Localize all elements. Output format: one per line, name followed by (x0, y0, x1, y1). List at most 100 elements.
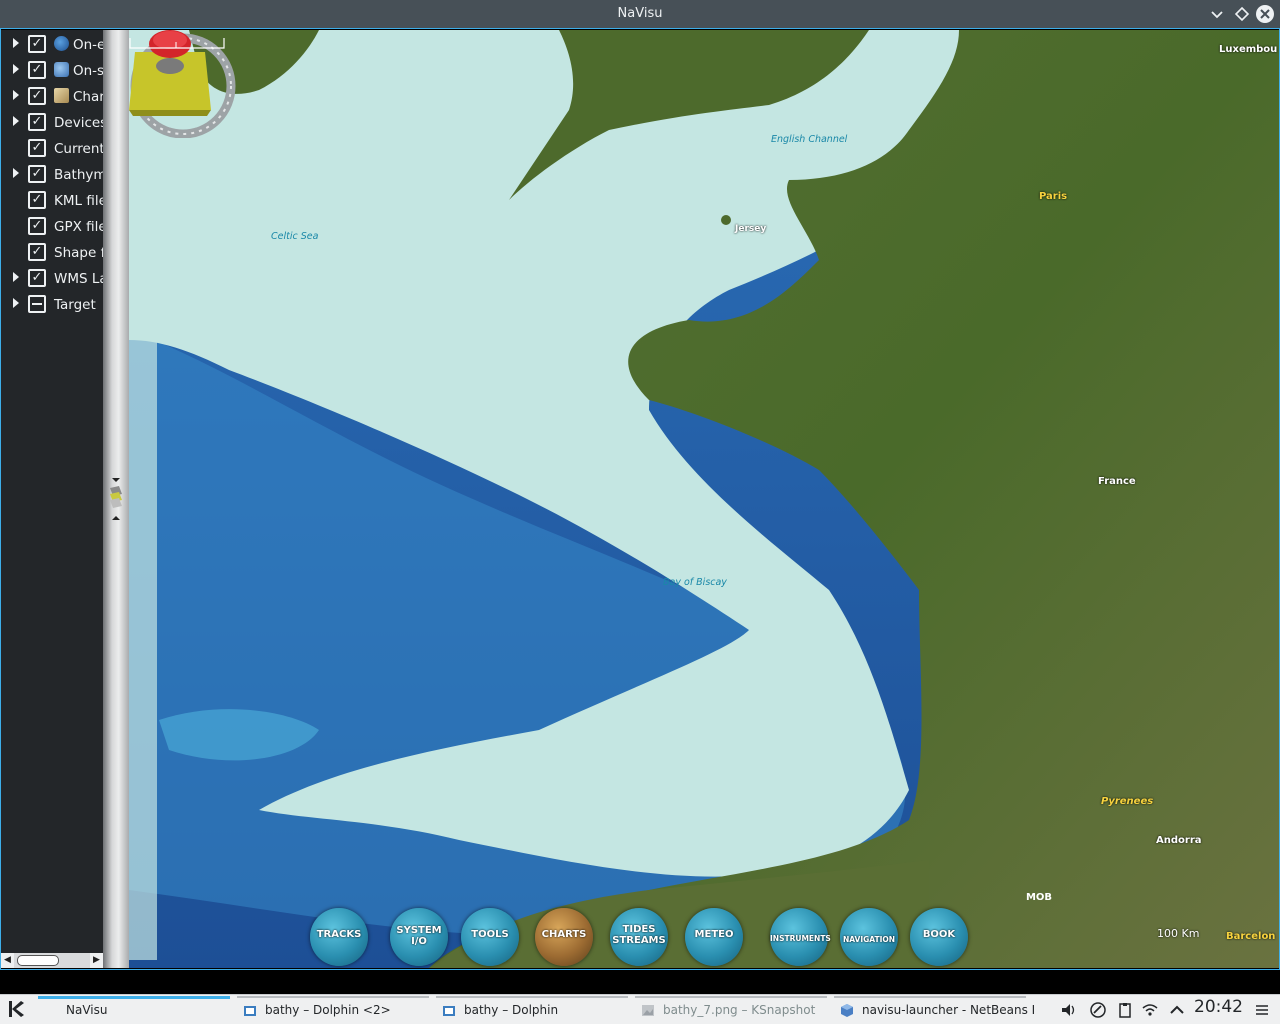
layer-checkbox[interactable]: ✓ (28, 87, 46, 105)
meteo-button[interactable]: METEO (685, 908, 743, 966)
image-icon (642, 1005, 654, 1016)
task-ksnapshot[interactable]: bathy_7.png – KSnapshot (635, 996, 827, 1023)
tools-label: TOOLS (471, 929, 509, 940)
layer-checkbox[interactable]: ✓ (28, 35, 46, 53)
layer-row-gpx[interactable]: ✓ GPX file (1, 214, 103, 238)
book-button[interactable]: BOOK (910, 908, 968, 966)
shelf-edge-west (129, 30, 157, 960)
minimize-button[interactable] (1208, 5, 1226, 23)
expand-arrow-icon[interactable] (13, 64, 19, 74)
expand-arrow-icon[interactable] (13, 90, 19, 100)
layer-row-wms[interactable]: ✓ WMS La (1, 266, 103, 290)
panel-horizontal-scrollbar[interactable]: ◀ ▶ (1, 953, 103, 968)
layer-row-on-earth[interactable]: ✓ On-e (1, 32, 103, 56)
layer-checkbox[interactable]: ✓ (28, 217, 46, 235)
netbeans-cube-icon (841, 1004, 853, 1017)
layer-label: WMS La (54, 271, 103, 287)
expand-arrow-icon[interactable] (13, 168, 19, 178)
layer-checkbox[interactable]: ✓ (28, 269, 46, 287)
restore-button[interactable] (1233, 5, 1251, 23)
map-canvas[interactable] (129, 30, 1279, 968)
meteo-label: METEO (694, 929, 734, 940)
layer-row-current[interactable]: ✓ Current (1, 136, 103, 160)
book-label: BOOK (922, 929, 956, 940)
expand-arrow-icon[interactable] (13, 116, 19, 126)
task-label: navisu-launcher - NetBeans I (862, 1003, 1036, 1017)
instruments-label: INSTRUMENTS (770, 934, 831, 943)
task-navisu[interactable]: NaVisu (38, 996, 230, 1023)
layer-checkbox-partial[interactable] (28, 295, 46, 313)
tracks-label: TRACKS (316, 929, 362, 940)
tools-button[interactable]: TOOLS (461, 908, 519, 966)
scroll-left-arrow-icon[interactable]: ◀ (1, 953, 14, 968)
layer-checkbox[interactable]: ✓ (28, 61, 46, 79)
window-title: NaVisu (617, 6, 663, 21)
layer-checkbox[interactable]: ✓ (28, 113, 46, 131)
close-button[interactable] (1256, 5, 1274, 23)
clipboard-icon[interactable] (1117, 1002, 1133, 1018)
system-io-label: SYSTEM I/O (396, 925, 442, 947)
layer-label: Bathym (54, 167, 103, 183)
task-dolphin[interactable]: bathy – Dolphin (436, 996, 628, 1023)
scroll-right-arrow-icon[interactable]: ▶ (90, 953, 103, 968)
expand-arrow-icon[interactable] (13, 38, 19, 48)
navigation-label: NAVIGATION (842, 935, 896, 944)
system-io-button[interactable]: SYSTEM I/O (390, 908, 448, 966)
taskbar: NaVisu bathy – Dolphin <2> bathy – Dolph… (0, 994, 1280, 1024)
layer-row-on-sea[interactable]: ✓ On-s (1, 58, 103, 82)
scale-bar-label: 100 Km (1157, 927, 1200, 940)
clock[interactable]: 20:42 (1194, 997, 1243, 1017)
layer-label: Target (54, 297, 96, 313)
tides-streams-button[interactable]: TIDES STREAMS (610, 908, 668, 966)
layer-checkbox[interactable]: ✓ (28, 139, 46, 157)
map-label-celtic-sea: Celtic Sea (271, 231, 319, 242)
tides-streams-label: TIDES STREAMS (612, 924, 666, 946)
layer-row-target[interactable]: Target (1, 292, 103, 316)
task-label: bathy – Dolphin (464, 1003, 559, 1017)
layer-checkbox[interactable]: ✓ (28, 243, 46, 261)
navigation-button[interactable]: NAVIGATION (840, 908, 898, 966)
task-label: bathy_7.png – KSnapshot (663, 1003, 816, 1017)
task-label: NaVisu (66, 1003, 108, 1017)
expand-arrow-icon[interactable] (13, 272, 19, 282)
task-netbeans[interactable]: navisu-launcher - NetBeans I (834, 996, 1035, 1023)
volume-icon[interactable] (1061, 1002, 1077, 1018)
layer-checkbox[interactable]: ✓ (28, 165, 46, 183)
map-label-pyrenees: Pyrenees (1101, 796, 1154, 807)
layer-label: On-e (73, 37, 103, 53)
window-bottom-strip (0, 970, 1280, 994)
map-label-english-channel: English Channel (771, 134, 848, 145)
scrollbar-thumb[interactable] (17, 955, 59, 966)
layer-checkbox[interactable]: ✓ (28, 191, 46, 209)
wifi-icon[interactable] (1142, 1002, 1158, 1018)
layer-label: KML file (54, 193, 103, 209)
layer-row-bathymetry[interactable]: ✓ Bathym (1, 162, 103, 186)
menu-icon[interactable] (1254, 1002, 1270, 1018)
charts-button[interactable]: CHARTS (535, 908, 593, 966)
instruments-button[interactable]: INSTRUMENTS (770, 908, 831, 966)
tracks-button[interactable]: TRACKS (310, 908, 368, 966)
window-titlebar[interactable]: NaVisu (0, 0, 1280, 28)
layer-row-kml[interactable]: ✓ KML file (1, 188, 103, 212)
application-launcher-icon[interactable] (4, 998, 28, 1020)
map-label-paris: Paris (1039, 191, 1068, 202)
task-dolphin-2[interactable]: bathy – Dolphin <2> (237, 996, 429, 1023)
scale-bar (129, 38, 225, 49)
folder-icon (443, 1006, 455, 1016)
close-icon (1260, 9, 1270, 19)
layer-label: Current (54, 141, 103, 157)
chevron-up-icon[interactable] (1169, 1002, 1185, 1018)
globe-icon (54, 62, 69, 77)
folder-icon (244, 1006, 256, 1016)
expand-arrow-icon[interactable] (13, 298, 19, 308)
splitter-handle-icon[interactable] (107, 474, 125, 524)
layer-row-devices[interactable]: ✓ Devices (1, 110, 103, 134)
layer-label: Devices (54, 115, 103, 131)
layer-row-shape[interactable]: ✓ Shape f (1, 240, 103, 264)
map-label-jersey: Jersey (735, 224, 767, 234)
chart-icon (54, 88, 69, 103)
layer-tree-panel: ✓ On-e ✓ On-s ✓ Char ✓ Devices ✓ Current… (1, 30, 103, 953)
network-manager-icon[interactable] (1090, 1002, 1106, 1018)
map-view[interactable]: English Channel Celtic Sea Jersey Paris … (129, 30, 1279, 968)
layer-row-charts[interactable]: ✓ Char (1, 84, 103, 108)
